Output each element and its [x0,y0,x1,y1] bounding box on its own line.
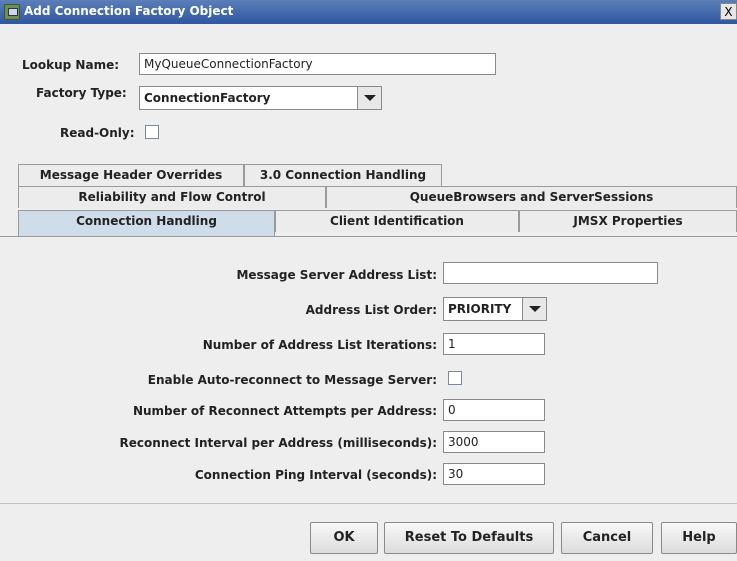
address-list-order-value: PRIORITY [448,302,512,316]
tab-connection-handling[interactable]: Connection Handling [18,210,275,237]
window-app-icon [4,4,20,20]
ping-interval-label: Connection Ping Interval (seconds): [194,468,437,482]
auto-reconnect-label: Enable Auto-reconnect to Message Server: [147,373,437,387]
close-button[interactable]: X [720,3,737,20]
help-button[interactable]: Help [661,522,737,554]
cancel-button[interactable]: Cancel [561,522,653,554]
factory-type-label: Factory Type: [36,86,127,100]
ping-interval-input[interactable]: 30 [443,463,545,485]
tab-jmsx-properties[interactable]: JMSX Properties [519,210,737,232]
iterations-input[interactable]: 1 [443,333,545,355]
lookup-name-input[interactable]: MyQueueConnectionFactory [139,53,496,75]
reconnect-attempts-input[interactable]: 0 [443,399,545,421]
iterations-label: Number of Address List Iterations: [202,338,437,352]
reconnect-attempts-label: Number of Reconnect Attempts per Address… [132,404,437,418]
reconnect-interval-label: Reconnect Interval per Address (millisec… [119,436,437,450]
window-title: Add Connection Factory Object [24,4,234,18]
tab-queuebrowsers-serversessions[interactable]: QueueBrowsers and ServerSessions [326,186,737,208]
ok-button[interactable]: OK [310,522,378,554]
lookup-name-label: Lookup Name: [22,58,120,72]
reset-to-defaults-button[interactable]: Reset To Defaults [384,522,554,554]
address-list-label: Message Server Address List: [236,268,437,282]
factory-type-select[interactable]: ConnectionFactory [139,86,382,110]
tab-client-identification[interactable]: Client Identification [275,210,519,232]
title-bar: Add Connection Factory Object X [0,0,737,24]
reconnect-interval-input[interactable]: 3000 [443,431,545,453]
chevron-down-icon[interactable] [357,87,381,109]
address-list-order-select[interactable]: PRIORITY [443,297,547,321]
address-list-input[interactable] [443,262,658,284]
factory-type-value: ConnectionFactory [144,91,271,105]
read-only-label: Read-Only: [60,126,135,140]
tab-reliability-flow-control[interactable]: Reliability and Flow Control [18,186,326,208]
chevron-down-icon[interactable] [522,298,546,320]
address-list-order-label: Address List Order: [305,303,437,317]
read-only-checkbox[interactable] [145,125,159,139]
auto-reconnect-checkbox[interactable] [448,371,462,385]
tab-message-header-overrides[interactable]: Message Header Overrides [18,164,244,186]
tab-3-0-connection-handling[interactable]: 3.0 Connection Handling [244,164,442,186]
